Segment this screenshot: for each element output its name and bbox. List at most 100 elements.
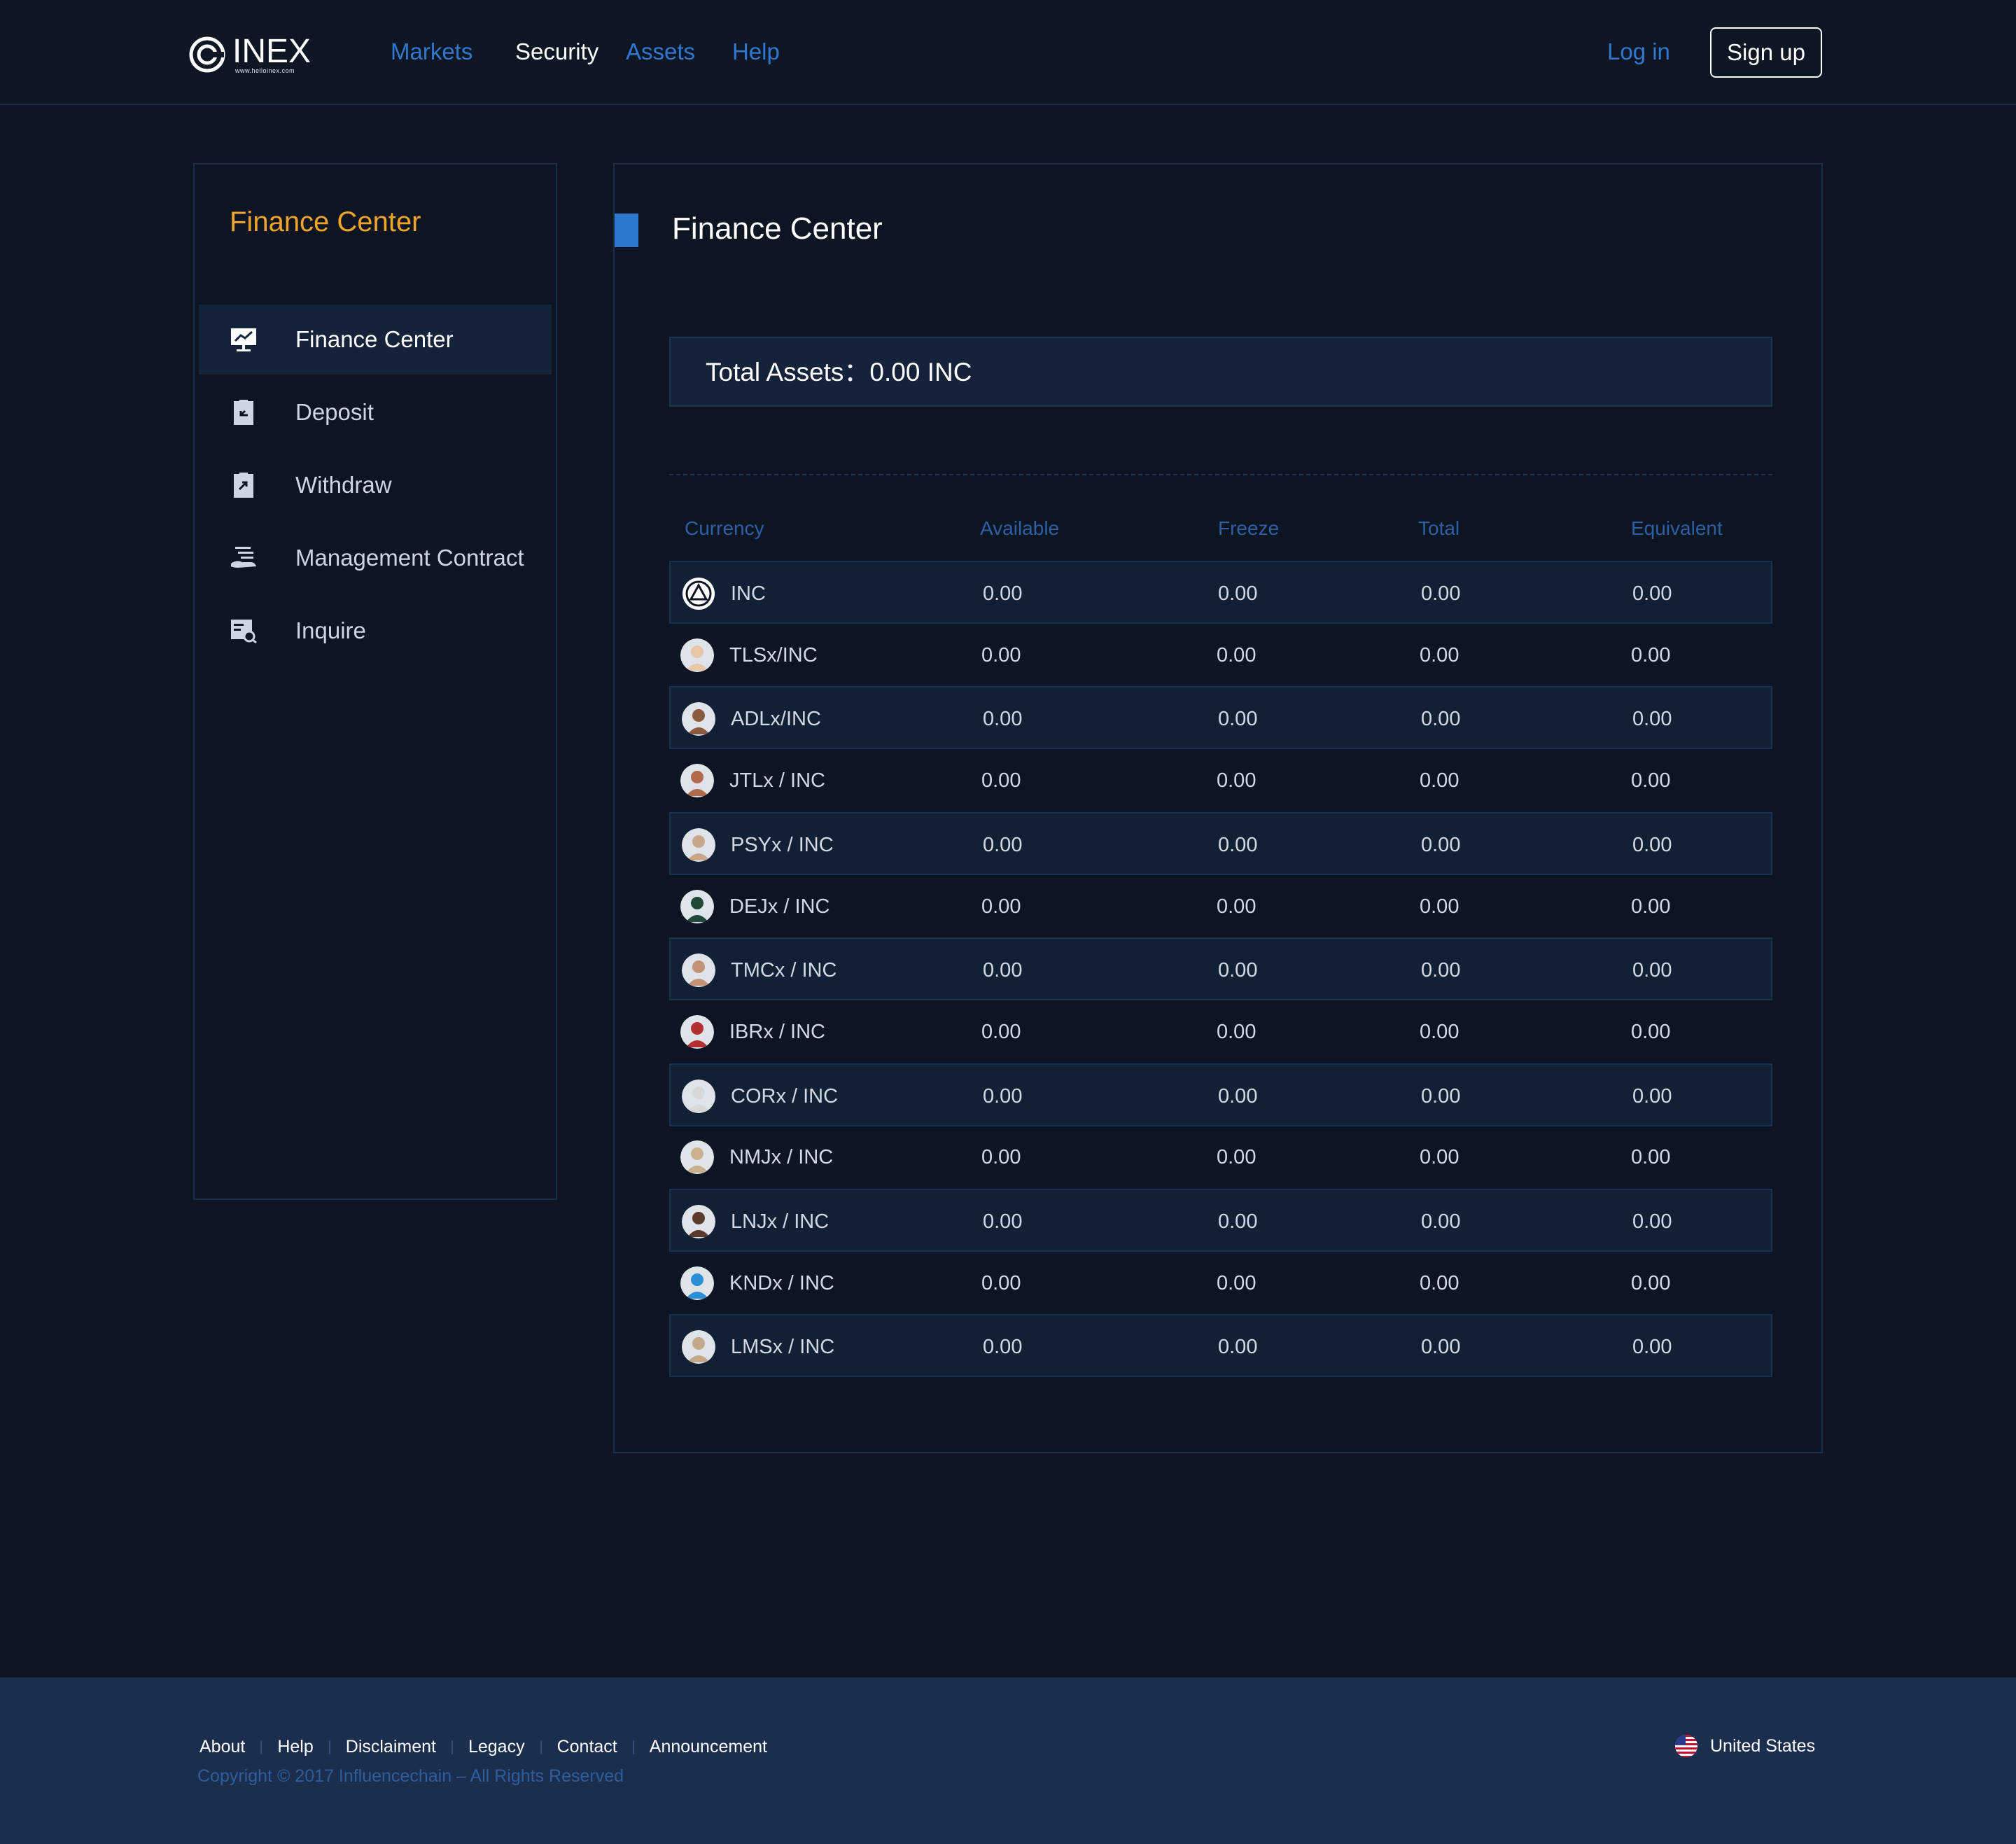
footer-link-legacy[interactable]: Legacy [468,1735,525,1759]
footer-separator [328,1740,330,1755]
cell-equivalent: 0.00 [1632,582,1672,605]
cell-available: 0.00 [981,769,1021,792]
cell-freeze: 0.00 [1217,643,1256,666]
cell-currency: INC [731,582,766,605]
cell-equivalent: 0.00 [1631,769,1671,792]
footer-separator [260,1740,262,1755]
cell-available: 0.00 [983,582,1023,605]
cell-available: 0.00 [983,708,1023,731]
sidebar-item-finance-center[interactable]: Finance Center [199,305,552,375]
nav-security[interactable]: Security [515,36,598,67]
column-header-equivalent: Equivalent [1631,517,1723,539]
sidebar-item-label: Inquire [295,617,366,643]
logo-url: www.helloinex.com [235,67,295,74]
cell-total: 0.00 [1420,769,1460,792]
cell-freeze: 0.00 [1217,895,1256,918]
footer-link-disclaiment[interactable]: Disclaiment [346,1735,436,1759]
currency-avatar [680,1014,714,1049]
cell-currency: TLSx/INC [729,643,818,666]
total-assets-value: Total Assets：0.00 INC [706,358,972,386]
currency-avatar [682,1205,715,1238]
currency-avatar [680,764,714,798]
us-flag-icon [1675,1735,1698,1757]
cell-freeze: 0.00 [1218,708,1258,731]
cell-currency: KNDx / INC [729,1271,834,1294]
footer-link-help[interactable]: Help [277,1735,313,1759]
footer-link-announcement[interactable]: Announcement [650,1735,767,1759]
currency-avatar [682,1079,715,1113]
nav-assets[interactable]: Assets [626,36,695,67]
login-link[interactable]: Log in [1607,36,1670,67]
footer-link-about[interactable]: About [200,1735,245,1759]
table-row: ADLx/INC 0.00 0.00 0.00 0.00 [669,686,1772,750]
cell-total: 0.00 [1420,1146,1460,1169]
footer-links: About Help Disclaiment Legacy Contact Announc… [200,1735,767,1759]
cell-equivalent: 0.00 [1631,1271,1671,1294]
inex-logo-icon [189,36,225,73]
currency-avatar [682,954,715,988]
cell-available: 0.00 [981,1146,1021,1169]
copyright-text: Copyright © 2017 Influencechain – All Ri… [197,1766,624,1786]
sidebar: Finance Center Finance Center Deposit Wi… [193,163,557,1200]
currency-avatar [682,702,715,736]
footer-separator [540,1740,542,1755]
cell-equivalent: 0.00 [1632,1084,1672,1108]
cell-total: 0.00 [1421,708,1461,731]
table-header: Currency Available Freeze Total Equivale… [669,512,1772,547]
page-title: Finance Center [672,211,883,246]
cell-available: 0.00 [983,1336,1023,1359]
cell-available: 0.00 [983,1210,1023,1233]
cell-currency: ADLx/INC [731,708,821,731]
table-row: TMCx / INC 0.00 0.00 0.00 0.00 [669,937,1772,1001]
inex-logo[interactable]: INEX www.helloinex.com [189,34,315,76]
cell-equivalent: 0.00 [1632,959,1672,982]
region-label: United States [1710,1736,1816,1756]
logo-wordmark: INEX [232,33,312,70]
cell-currency: NMJx / INC [729,1146,834,1169]
nav-markets[interactable]: Markets [391,36,472,67]
footer-separator [451,1740,453,1755]
cell-freeze: 0.00 [1218,833,1258,856]
divider [669,474,1772,475]
table-row: PSYx / INC 0.00 0.00 0.00 0.00 [669,811,1772,875]
cell-available: 0.00 [981,1271,1021,1294]
cell-equivalent: 0.00 [1632,1210,1672,1233]
cell-currency: JTLx / INC [729,769,825,792]
cell-total: 0.00 [1420,895,1460,918]
cell-currency: LMSx / INC [731,1336,835,1359]
sidebar-item-deposit[interactable]: Deposit [199,377,552,447]
column-header-total: Total [1418,517,1460,539]
cell-available: 0.00 [981,1020,1021,1043]
cell-freeze: 0.00 [1217,769,1256,792]
cell-equivalent: 0.00 [1632,708,1672,731]
title-accent-bar [615,214,638,247]
cell-currency: LNJx / INC [731,1210,830,1233]
withdraw-icon [234,473,253,498]
currency-avatar [680,889,714,923]
cell-freeze: 0.00 [1218,1336,1258,1359]
signup-button[interactable]: Sign up [1710,27,1822,78]
cell-total: 0.00 [1421,582,1461,605]
table-row: TLSx/INC 0.00 0.00 0.00 0.00 [669,624,1772,687]
footer-link-contact[interactable]: Contact [557,1735,617,1759]
cell-equivalent: 0.00 [1632,833,1672,856]
search-record-icon [231,620,257,643]
cell-freeze: 0.00 [1218,1084,1258,1108]
table-row: KNDx / INC 0.00 0.00 0.00 0.00 [669,1252,1772,1315]
column-header-freeze: Freeze [1218,517,1280,539]
table-row: NMJx / INC 0.00 0.00 0.00 0.00 [669,1126,1772,1189]
cell-available: 0.00 [981,895,1021,918]
sidebar-item-withdraw[interactable]: Withdraw [199,450,552,520]
sidebar-item-management-contract[interactable]: Management Contract [199,523,552,593]
cell-available: 0.00 [981,643,1021,666]
sidebar-item-label: Finance Center [295,326,454,352]
cell-total: 0.00 [1420,1020,1460,1043]
sidebar-item-inquire[interactable]: Inquire [199,596,552,666]
column-header-currency: Currency [685,517,764,539]
chart-board-icon [231,328,256,351]
cell-currency: IBRx / INC [729,1020,825,1043]
nav-help[interactable]: Help [732,36,780,67]
total-assets-box: Total Assets：0.00 INC [669,337,1772,407]
cell-equivalent: 0.00 [1631,895,1671,918]
cell-freeze: 0.00 [1217,1020,1256,1043]
